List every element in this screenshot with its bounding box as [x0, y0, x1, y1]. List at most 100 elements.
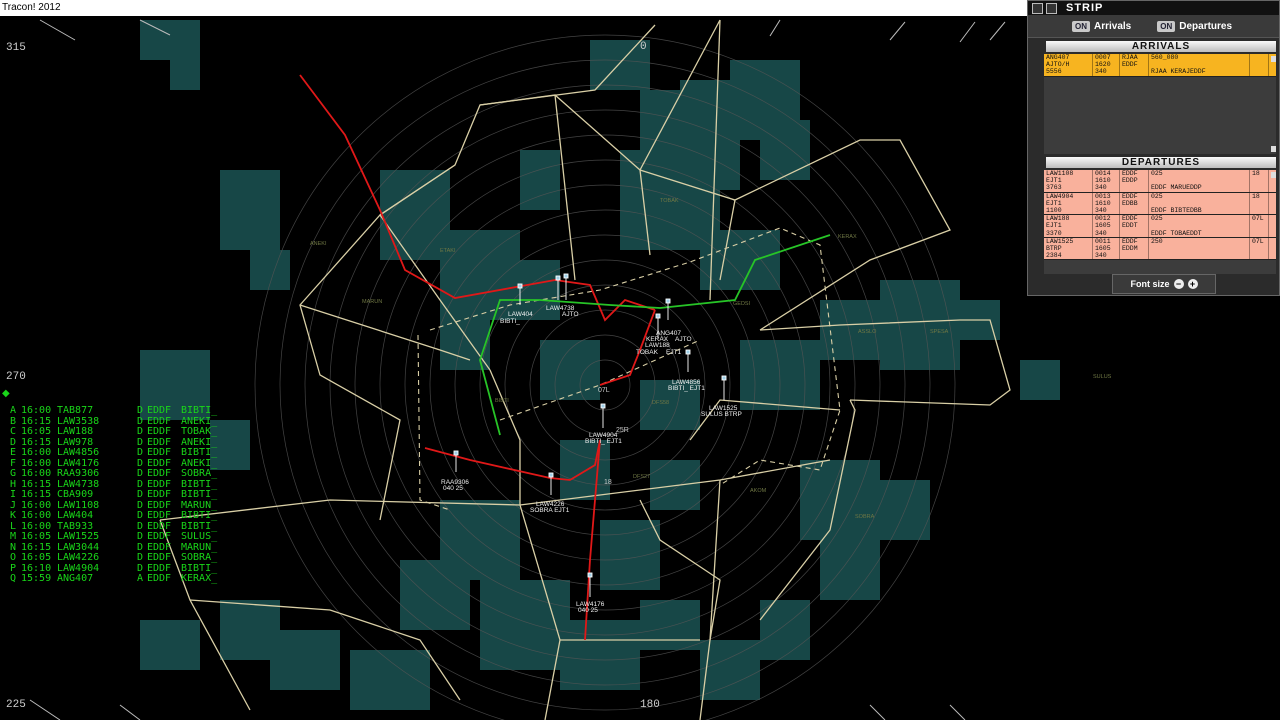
tag-law188-line2: TOBAK	[636, 349, 659, 356]
strip-field: 250	[1151, 237, 1163, 245]
strip-column: 18	[1250, 192, 1269, 215]
strip-field: EDDF	[1122, 61, 1138, 69]
strip-field: 560_080	[1151, 54, 1179, 61]
scroll-down-icon[interactable]	[1271, 146, 1276, 152]
strip-column: 0014 1610 340	[1093, 170, 1120, 192]
flight-list-item[interactable]: I 16:15 CBA909 D EDDF BIBTI_	[10, 489, 229, 501]
tag-law4856-line2: BIBTI_ EJT1	[668, 385, 705, 392]
waypoint-asslo: ASSLO	[858, 329, 877, 335]
departures-toggle-label: Departures	[1179, 20, 1233, 32]
strip-column: 0011 1605 340	[1093, 237, 1120, 260]
flight-list-item[interactable]: A 16:00 TAB877 D EDDF BIBTI_	[10, 405, 229, 417]
strip-column: 07L	[1250, 215, 1269, 237]
strip-field	[1252, 184, 1266, 191]
tag-law188-line3: EJT1	[666, 349, 682, 356]
flight-list-letter: K	[10, 510, 17, 521]
strip-field: EDDF	[1122, 215, 1138, 223]
flight-list-letter: C	[10, 426, 17, 437]
font-size-label: Font size	[1130, 279, 1170, 289]
flight-list-item[interactable]: C 16:05 LAW188 D EDDF TOBAK_	[10, 426, 229, 438]
flight-list-airport: EDDF	[147, 468, 172, 479]
flight-list-fix: TOBAK_	[181, 426, 218, 437]
strip-field: LAW1108	[1046, 170, 1074, 177]
flight-strip[interactable]: LAW188 EJT1 3370 0012 1605 340 EDDF EDDT 025 ED…	[1044, 215, 1276, 238]
flight-list-time: 16:05	[21, 531, 52, 542]
flight-list-fix: BIBTI_	[181, 510, 218, 521]
flight-list-type: D	[137, 405, 144, 416]
bearing-label-0: 0	[640, 41, 647, 53]
strip-column: EDDF EDDP	[1120, 170, 1149, 192]
departures-strip-area[interactable]: LAW1108 EJT1 3763 0014 1610 340 EDDF EDDP 025 E…	[1044, 170, 1276, 274]
strip-field: 18	[1252, 192, 1260, 200]
departures-toggle[interactable]: ON	[1157, 20, 1176, 32]
strip-field	[1252, 252, 1266, 259]
flight-list-item[interactable]: M 16:05 LAW1525 D EDDF SULUS_	[10, 531, 229, 543]
strip-field	[1122, 207, 1146, 214]
strip-panel-header[interactable]: STRIP	[1028, 1, 1279, 15]
flight-list-item[interactable]: Q 15:59 ANG407 A EDDF KERAX_	[10, 573, 229, 585]
flight-schedule-list[interactable]: A 16:00 TAB877 D EDDF BIBTI_ B 16:15 LAW3538 D EDD…	[10, 405, 229, 585]
waypoint-sulus: SULUS	[1093, 374, 1112, 380]
flight-list-item[interactable]: G 16:00 RAA9306 D EDDF SOBRA_	[10, 468, 229, 480]
strip-field: EDDT	[1122, 222, 1138, 230]
flight-list-item[interactable]: O 16:05 LAW4226 D EDDF SOBRA_	[10, 552, 229, 564]
waypoint-dfs58: DFS58	[652, 400, 669, 406]
strip-field: 07L	[1252, 215, 1264, 223]
strip-field: 1605	[1095, 222, 1111, 230]
strip-panel[interactable]: STRIP ON Arrivals ON Departures ARRIVALS…	[1027, 0, 1280, 296]
flight-list-letter: M	[10, 531, 17, 542]
flight-strip[interactable]: LAW4904 EJT1 1100 0013 1610 340 EDDF EDBB 025 E…	[1044, 192, 1276, 216]
flight-list-callsign: LAW4226	[57, 552, 100, 563]
arrivals-toggle[interactable]: ON	[1072, 20, 1090, 32]
strip-field: 5556	[1046, 68, 1062, 76]
strip-field: 3763	[1046, 184, 1062, 192]
strip-column: 18	[1250, 170, 1269, 192]
tag-law188-line1: LAW188	[645, 342, 670, 349]
waypoint-tobak: TOBAK	[660, 198, 679, 204]
list-marker-icon: ◆	[2, 388, 10, 399]
scroll-up-icon[interactable]	[1271, 56, 1276, 62]
flight-list-item[interactable]: K 16:00 LAW404 D EDDF BIBTI_	[10, 510, 229, 522]
strip-field	[1122, 252, 1146, 259]
flight-list-callsign: LAW4856	[57, 447, 100, 458]
flight-list-type: D	[137, 447, 144, 458]
flight-list-callsign: CBA909	[57, 489, 94, 500]
strip-filter-toggles: ON Arrivals ON Departures	[1028, 15, 1279, 38]
tag-raa9306-line2: 040 25	[443, 485, 463, 492]
flight-list-time: 16:00	[21, 405, 52, 416]
font-size-decrease-button[interactable]: −	[1173, 279, 1184, 289]
flight-list-type: D	[137, 531, 144, 542]
flight-strip[interactable]: LAW1108 EJT1 3763 0014 1610 340 EDDF EDDP 025 E…	[1044, 170, 1276, 193]
flight-list-fix: KERAX_	[181, 573, 218, 584]
pin-icon[interactable]	[1032, 2, 1043, 14]
flight-list-item[interactable]: E 16:00 LAW4856 D EDDF BIBTI_	[10, 447, 229, 459]
strip-field: EDDF TOBAEDDT	[1151, 229, 1202, 237]
strip-field: 2384	[1046, 252, 1062, 260]
flight-list-callsign: TAB877	[57, 405, 94, 416]
font-size-increase-button[interactable]: +	[1187, 279, 1198, 289]
bearing-label-270: 270	[6, 371, 26, 383]
flight-list-letter: A	[10, 405, 17, 416]
flight-strip[interactable]: LAW1525 BTRP 2384 0011 1605 340 EDDF EDDM 250 0…	[1044, 237, 1276, 261]
close-icon[interactable]	[1046, 2, 1057, 14]
strip-field: 1610	[1095, 177, 1111, 185]
strip-column: EDDF EDDM	[1120, 237, 1149, 260]
arrivals-section-header: ARRIVALS	[1046, 41, 1276, 52]
scroll-up-icon[interactable]	[1271, 172, 1276, 178]
runway-07l: 07L	[598, 387, 610, 394]
window-title: Tracon! 2012	[2, 2, 61, 13]
strip-field	[1252, 222, 1266, 229]
strip-column: 07L	[1250, 237, 1269, 260]
flight-list-time: 16:00	[21, 468, 52, 479]
strip-field	[1252, 245, 1266, 252]
flight-list-callsign: LAW1525	[57, 531, 100, 542]
flight-list-airport: EDDF	[147, 573, 172, 584]
flight-list-airport: EDDF	[147, 531, 172, 542]
arrivals-strip-area[interactable]: ANG407 AJTO/H 5556 0007 1620 340 RJAA EDDF 560_…	[1044, 54, 1276, 154]
strip-field	[1252, 207, 1266, 214]
strip-field: RJAA	[1122, 54, 1138, 61]
strip-field	[1122, 230, 1146, 237]
flight-strip[interactable]: ANG407 AJTO/H 5556 0007 1620 340 RJAA EDDF 560_…	[1044, 54, 1276, 77]
flight-list-callsign: LAW404	[57, 510, 94, 521]
strip-field: 1610	[1095, 199, 1111, 207]
